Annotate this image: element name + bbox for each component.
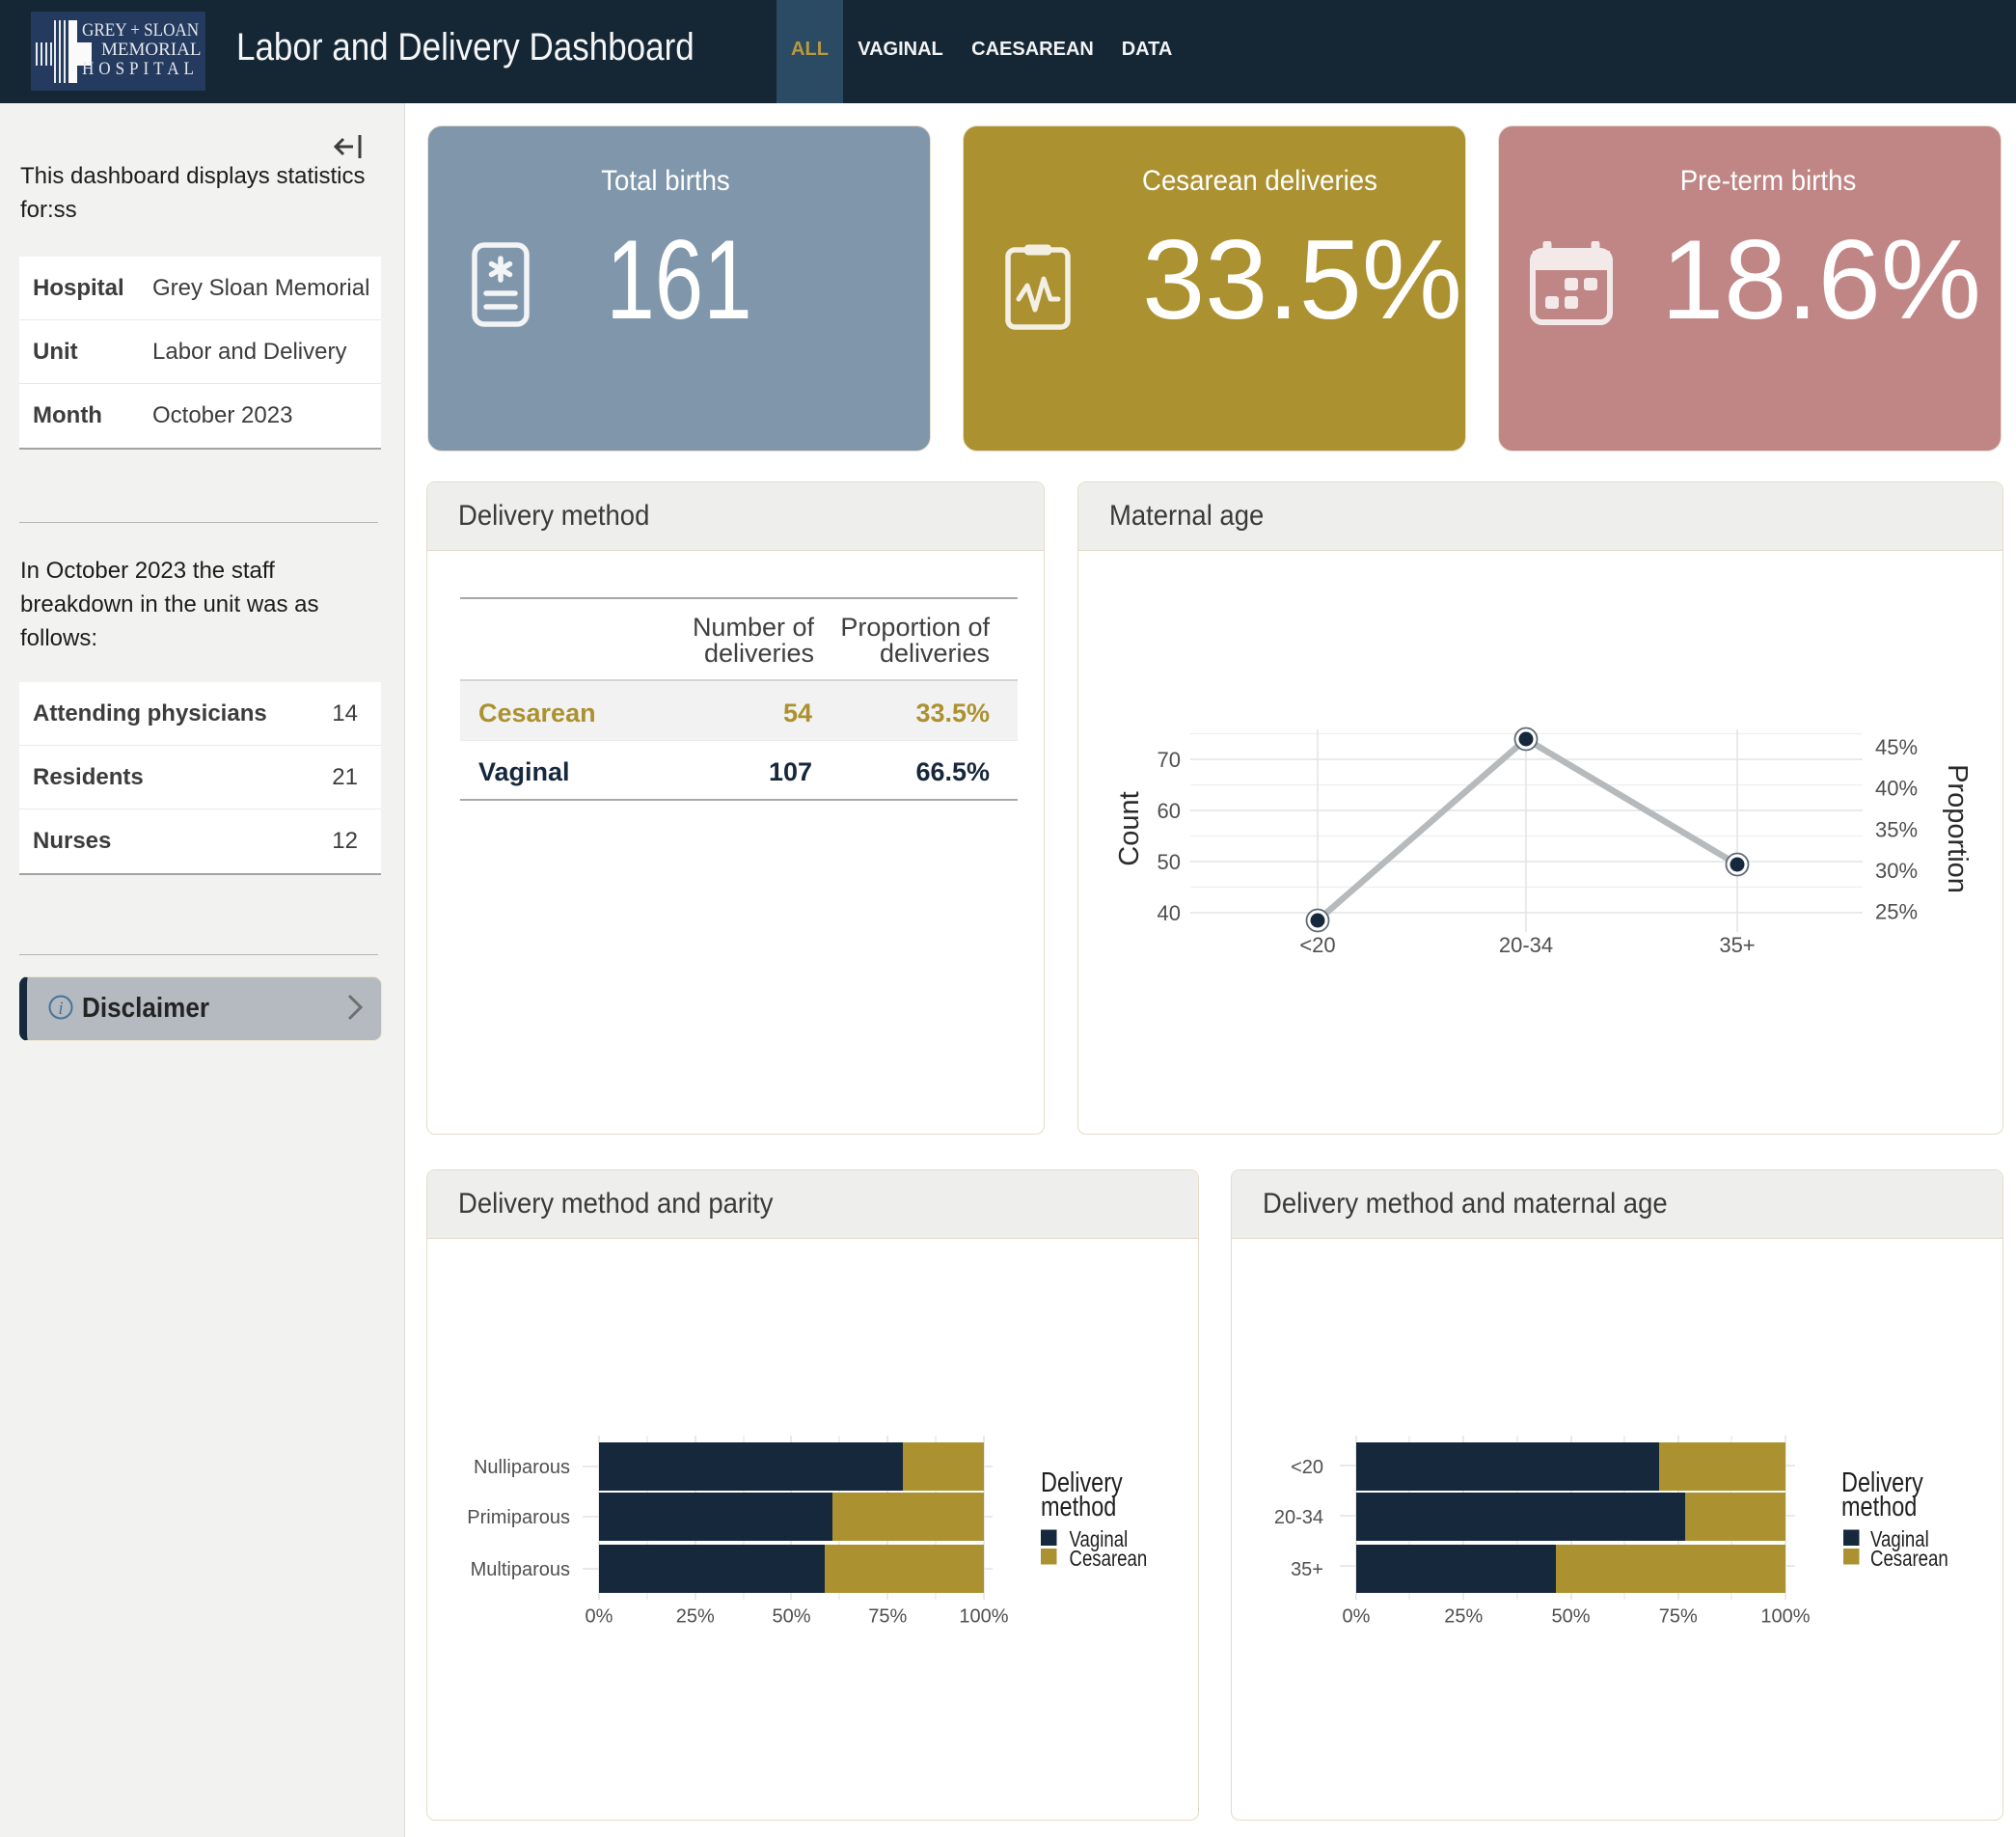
svg-text:50%: 50% <box>1551 1606 1590 1628</box>
svg-text:Count: Count <box>1114 791 1145 865</box>
svg-text:25%: 25% <box>1875 900 1918 924</box>
svg-text:0%: 0% <box>586 1606 613 1628</box>
svg-text:i: i <box>58 999 63 1019</box>
svg-text:Multiparous: Multiparous <box>471 1559 570 1580</box>
svg-text:25%: 25% <box>676 1606 715 1628</box>
svg-text:35%: 35% <box>1875 817 1918 841</box>
svg-text:100%: 100% <box>959 1606 1008 1628</box>
svg-text:Proportion: Proportion <box>1942 764 1973 893</box>
svg-text:Cesarean: Cesarean <box>1070 1547 1148 1571</box>
svg-text:method: method <box>1041 1491 1116 1522</box>
svg-text:40%: 40% <box>1875 777 1918 801</box>
svg-text:Primiparous: Primiparous <box>467 1507 570 1528</box>
svg-text:<20: <20 <box>1291 1457 1323 1478</box>
svg-text:Nulliparous: Nulliparous <box>474 1457 570 1478</box>
svg-text:0%: 0% <box>1343 1606 1371 1628</box>
svg-text:30%: 30% <box>1875 859 1918 883</box>
svg-text:75%: 75% <box>868 1606 907 1628</box>
svg-text:100%: 100% <box>1760 1606 1810 1628</box>
svg-text:<20: <20 <box>1299 933 1335 957</box>
svg-text:20-34: 20-34 <box>1499 933 1553 957</box>
svg-text:50: 50 <box>1158 850 1181 874</box>
svg-text:35+: 35+ <box>1719 933 1755 957</box>
svg-text:50%: 50% <box>772 1606 810 1628</box>
svg-text:75%: 75% <box>1659 1606 1698 1628</box>
svg-text:45%: 45% <box>1875 735 1918 759</box>
svg-text:70: 70 <box>1158 748 1181 772</box>
svg-text:25%: 25% <box>1444 1606 1483 1628</box>
svg-text:60: 60 <box>1158 799 1181 823</box>
svg-text:method: method <box>1841 1491 1917 1522</box>
svg-text:20-34: 20-34 <box>1274 1507 1323 1528</box>
svg-text:40: 40 <box>1158 901 1181 925</box>
svg-text:35+: 35+ <box>1291 1559 1323 1580</box>
svg-text:Cesarean: Cesarean <box>1870 1547 1948 1571</box>
